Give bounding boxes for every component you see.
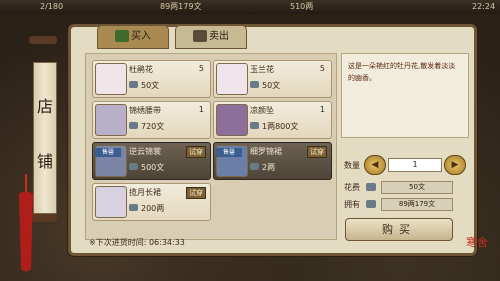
pendant-icon (216, 104, 248, 136)
item-price: 500文 (141, 163, 165, 172)
tab-sell[interactable]: 卖出 (175, 25, 247, 49)
shop-panel: 买入 卖出 杜鹃花 5 50文 玉兰花 5 50文 锦绣腰带 1 720文 凉颜… (68, 24, 477, 256)
scroll-top-cap (29, 36, 57, 44)
status-stat-1: 2/180 (40, 2, 64, 11)
quantity-increase-button[interactable]: ▶ (444, 155, 466, 175)
sold-out-badge: 售罄 (216, 148, 242, 157)
item-price: 50文 (262, 81, 281, 90)
try-on-badge[interactable]: 试穿 (307, 146, 327, 158)
list-item[interactable]: 杜鹃花 5 50文 (92, 60, 211, 98)
robe-icon: 售罄 (95, 145, 127, 177)
list-item[interactable]: 玉兰花 5 50文 (213, 60, 332, 98)
list-item[interactable]: 揽月长裙 试穿 200两 (92, 183, 211, 221)
tab-buy[interactable]: 买入 (97, 25, 169, 49)
quantity-input[interactable]: 1 (388, 158, 442, 172)
coin-icon (250, 81, 259, 88)
cost-value: 50文 (381, 181, 453, 194)
scroll-char-1: 店 (36, 97, 53, 116)
coin-icon (129, 204, 138, 211)
coin-icon (366, 183, 376, 191)
item-count: 1 (198, 105, 204, 114)
item-count: 1 (319, 105, 325, 114)
belt-icon (95, 104, 127, 136)
item-count: 5 (198, 64, 204, 73)
magnolia-flower-icon (216, 63, 248, 95)
status-time: 22:24 (472, 2, 496, 11)
coin-icon (250, 122, 259, 129)
try-on-badge[interactable]: 试穿 (186, 187, 206, 199)
item-name: 杜鹃花 (129, 65, 153, 74)
skirt-icon: 售罄 (216, 145, 248, 177)
item-name: 细罗锦裙 (250, 147, 282, 156)
bag-icon (193, 30, 207, 42)
try-on-badge[interactable]: 试穿 (186, 146, 206, 158)
cost-label: 花费 (344, 183, 360, 192)
list-item[interactable]: 凉颜坠 1 1两800文 (213, 101, 332, 139)
owned-label: 拥有 (344, 200, 360, 209)
item-description: 这是一朵艳红的牡丹花,散发着淡淡的幽香。 (341, 53, 469, 138)
shop-scroll-banner: 店 铺 (15, 14, 70, 276)
item-price: 1两800文 (262, 122, 299, 131)
status-bar: 2/180 89两179文 510两 22:24 (0, 0, 500, 14)
scroll-char-2: 铺 (36, 152, 53, 171)
sold-out-badge: 售罄 (95, 148, 121, 157)
long-dress-icon (95, 186, 127, 218)
status-stat-3: 510两 (290, 2, 314, 11)
list-item[interactable]: 售罄 逆云锦裳 试穿 500文 (92, 142, 211, 180)
item-name: 逆云锦裳 (129, 147, 161, 156)
item-price: 720文 (141, 122, 165, 131)
coin-icon (129, 122, 138, 129)
coin-icon (129, 163, 138, 170)
list-item[interactable]: 售罄 细罗锦裙 试穿 2两 (213, 142, 332, 180)
status-money: 89两179文 (160, 2, 202, 11)
owned-value: 89两179文 (381, 198, 453, 211)
item-price: 50文 (141, 81, 160, 90)
item-price: 200两 (141, 204, 165, 213)
tassel-icon (19, 174, 33, 272)
item-name: 玉兰花 (250, 65, 274, 74)
coin-icon (366, 200, 376, 208)
restock-time: 06:34:33 (148, 238, 185, 247)
item-count: 5 (319, 64, 325, 73)
quantity-label: 数量 (344, 161, 360, 170)
coin-icon (250, 163, 259, 170)
azalea-flower-icon (95, 63, 127, 95)
basket-icon (115, 30, 129, 42)
item-name: 揽月长裙 (129, 188, 161, 197)
item-name: 锦绣腰带 (129, 106, 161, 115)
item-name: 凉颜坠 (250, 106, 274, 115)
buy-button[interactable]: 购买 (345, 218, 453, 241)
item-price: 2两 (262, 163, 276, 172)
quantity-decrease-button[interactable]: ◀ (364, 155, 386, 175)
logo-stamp: 寒舍 (466, 236, 488, 249)
restock-timer: ※下次进货时间: 06:34:33 (89, 238, 185, 247)
item-list[interactable]: 杜鹃花 5 50文 玉兰花 5 50文 锦绣腰带 1 720文 凉颜坠 1 1两… (85, 53, 337, 240)
coin-icon (129, 81, 138, 88)
list-item[interactable]: 锦绣腰带 1 720文 (92, 101, 211, 139)
